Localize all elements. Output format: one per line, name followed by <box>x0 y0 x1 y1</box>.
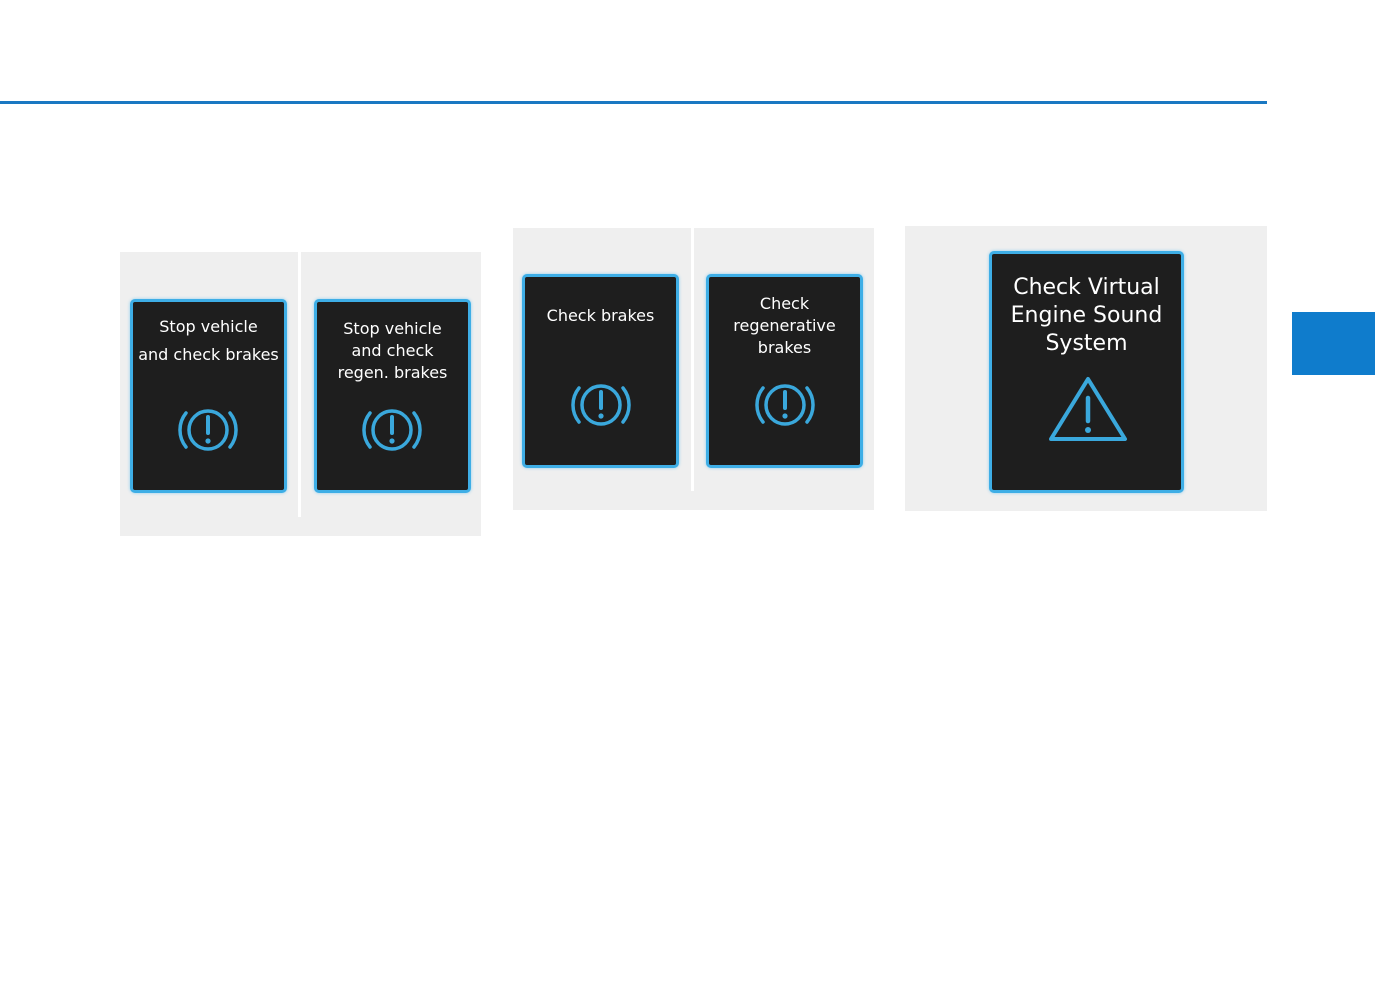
screen-message: Check regenerative brakes <box>733 294 836 357</box>
screen-message: Check Virtual Engine Sound System <box>1010 275 1163 356</box>
display-screen-stop-check-regen-brakes: Stop vehicle and check regen. brakes <box>314 299 471 493</box>
panel-divider <box>298 252 301 517</box>
display-screen-check-virtual-engine-sound: Check Virtual Engine Sound System <box>989 251 1184 493</box>
screen-message: Stop vehicle and check brakes <box>138 317 279 364</box>
warning-triangle-icon <box>1049 377 1127 441</box>
top-rule <box>0 101 1267 104</box>
display-screen-check-brakes: Check brakes <box>522 274 679 468</box>
display-screen-stop-check-brakes: Stop vehicle and check brakes <box>130 299 287 493</box>
screen-message: Stop vehicle and check regen. brakes <box>337 319 448 382</box>
display-screen-check-regenerative-brakes: Check regenerative brakes <box>706 274 863 468</box>
brake-warning-icon <box>755 384 815 426</box>
brake-warning-icon <box>362 409 422 451</box>
panel-divider <box>691 228 694 491</box>
screen-message: Check brakes <box>546 306 655 325</box>
chapter-tab <box>1292 312 1375 375</box>
brake-warning-icon <box>571 384 631 426</box>
brake-warning-icon <box>178 409 238 451</box>
